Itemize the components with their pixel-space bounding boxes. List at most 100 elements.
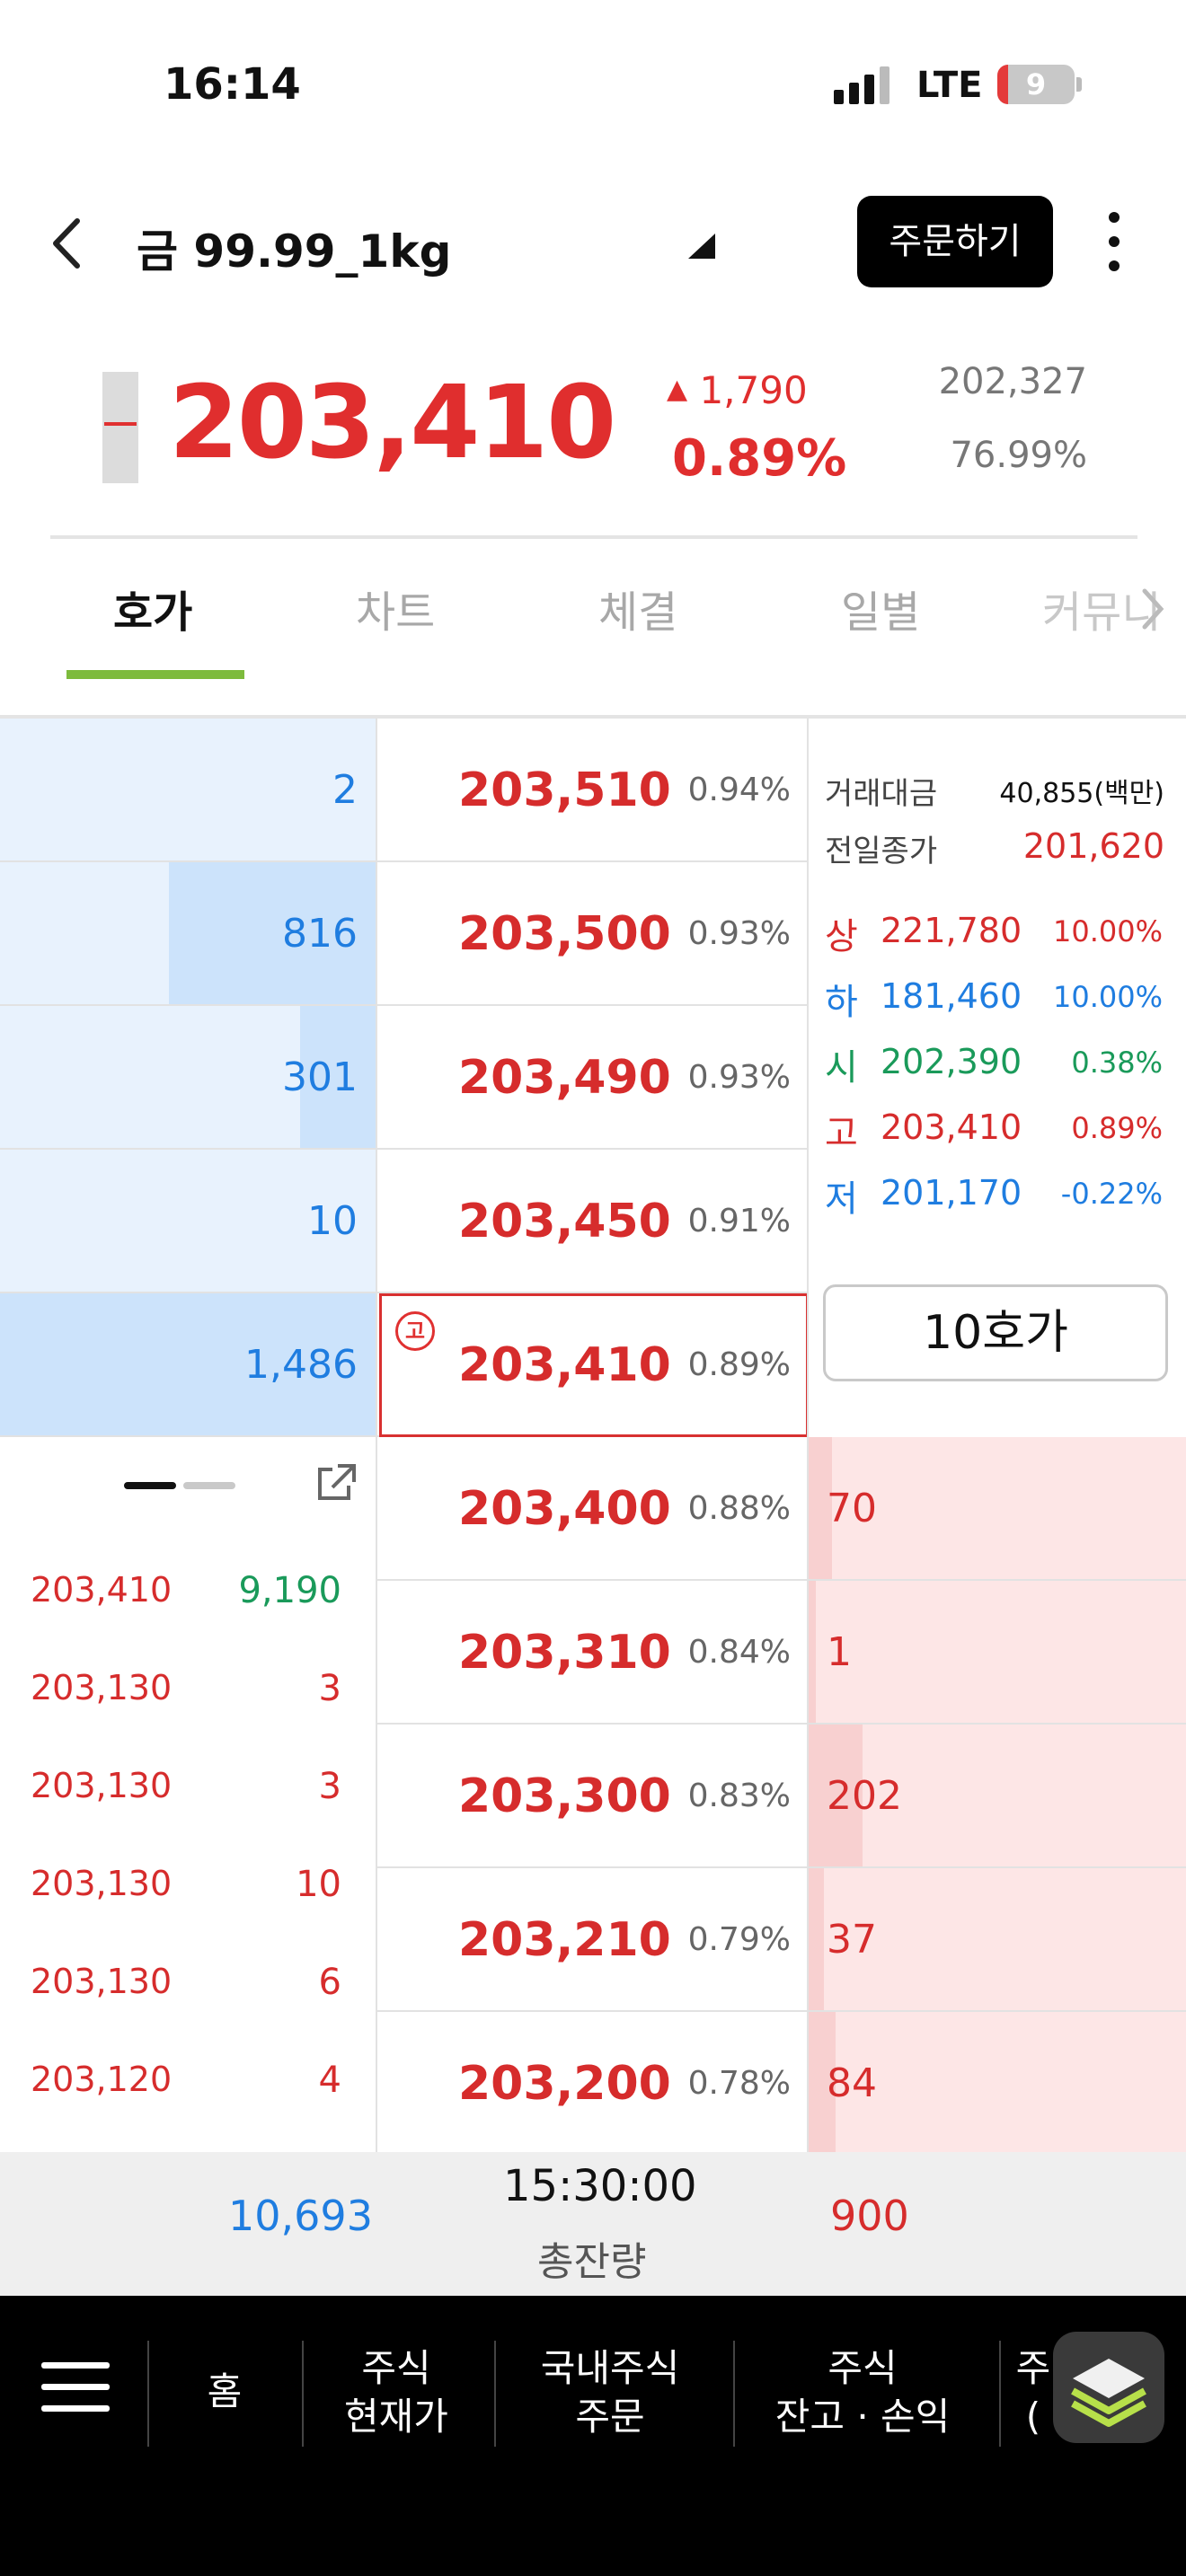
- day-range-mini-bar: [102, 372, 138, 483]
- hilo-price: 221,780: [881, 911, 1022, 950]
- bid-qty: 37: [827, 1917, 877, 1963]
- exec-qty: 3: [318, 1766, 341, 1807]
- nav-domestic-order[interactable]: 국내주식 주문: [505, 2344, 715, 2441]
- back-arrow-icon[interactable]: [43, 212, 92, 275]
- signal-icon: [834, 66, 890, 104]
- layers-button[interactable]: [1053, 2332, 1164, 2443]
- bid-row[interactable]: 37: [809, 1868, 1186, 2012]
- price-level[interactable]: 203,300 0.83%: [377, 1725, 807, 1868]
- tab-chart[interactable]: 차트: [356, 577, 435, 640]
- nav-home-label: 홈: [207, 2369, 243, 2413]
- level-price: 203,310: [458, 1626, 671, 1680]
- reference-pct: 76.99%: [950, 435, 1087, 476]
- column-divider: [376, 719, 377, 2152]
- ask-row[interactable]: 816: [0, 862, 376, 1006]
- nav-label-line1: 국내주식: [540, 2346, 680, 2390]
- quote-time: 15:30:00: [503, 2161, 697, 2211]
- level-price: 203,450: [458, 1195, 671, 1248]
- hilo-label: 시: [825, 1047, 858, 1089]
- exec-price: 203,120: [31, 2060, 173, 2099]
- price-change-value: 1,790: [699, 368, 808, 412]
- price-level[interactable]: 203,200 0.78%: [377, 2012, 807, 2156]
- level-price: 203,200: [458, 2057, 671, 2111]
- bid-volume-bar: [809, 1868, 825, 2010]
- dropdown-triangle-icon[interactable]: [685, 230, 717, 262]
- bid-row[interactable]: 84: [809, 2012, 1186, 2156]
- bid-qty: 202: [827, 1773, 902, 1819]
- exec-qty: 9,190: [238, 1570, 341, 1611]
- hilo-pct: 0.38%: [1071, 1045, 1163, 1080]
- total-ask-qty: 10,693: [228, 2192, 373, 2240]
- network-type: LTE: [916, 65, 983, 106]
- level-price: 203,300: [458, 1769, 671, 1823]
- more-vert-icon[interactable]: [1098, 208, 1130, 275]
- tab-trades[interactable]: 체결: [598, 577, 677, 640]
- nav-label-line1: 주식: [828, 2346, 898, 2390]
- level-pct: 0.93%: [687, 915, 791, 952]
- chevron-right-icon[interactable]: [1139, 586, 1166, 632]
- ask-qty: 10: [307, 1198, 358, 1244]
- column-divider: [807, 719, 809, 2152]
- price-level[interactable]: 203,310 0.84%: [377, 1581, 807, 1725]
- bid-row[interactable]: 70: [809, 1437, 1186, 1581]
- tab-daily[interactable]: 일별: [841, 577, 920, 640]
- trade-amount-value: 40,855(백만): [999, 778, 1164, 809]
- nav-label-line1: 주: [1015, 2346, 1051, 2390]
- hilo-label: 저: [825, 1178, 858, 1220]
- price-level[interactable]: 203,510 0.94%: [377, 719, 807, 862]
- level-price: 203,510: [458, 763, 671, 817]
- price-change-pct: 0.89%: [672, 429, 847, 488]
- external-link-icon[interactable]: [314, 1462, 358, 1504]
- price-level[interactable]: 203,490 0.93%: [377, 1006, 807, 1150]
- nav-more-item[interactable]: 주 (: [1015, 2344, 1051, 2441]
- level-price: 203,500: [458, 907, 671, 961]
- hilo-pct: 0.89%: [1071, 1111, 1163, 1145]
- nav-balance-pnl[interactable]: 주식 잔고 · 손익: [746, 2344, 979, 2441]
- ask-qty: 1,486: [244, 1342, 358, 1388]
- price-level[interactable]: 203,500 0.93%: [377, 862, 807, 1006]
- order-button[interactable]: 주문하기: [857, 196, 1053, 287]
- ask-qty: 2: [332, 767, 358, 813]
- exec-qty: 3: [318, 1668, 341, 1709]
- nav-label-line2: 주문: [575, 2395, 645, 2439]
- ask-row[interactable]: 2: [0, 719, 376, 862]
- reference-value: 202,327: [938, 361, 1087, 402]
- divider: [50, 535, 1137, 539]
- hilo-pct: 10.00%: [1052, 914, 1163, 948]
- ask-row[interactable]: 1,486: [0, 1293, 376, 1437]
- hilo-label: 하: [825, 982, 858, 1023]
- menu-icon[interactable]: [41, 2360, 110, 2414]
- nav-divider: [999, 2341, 1001, 2447]
- level-pct: 0.78%: [687, 2065, 791, 2102]
- bid-row[interactable]: 202: [809, 1725, 1186, 1868]
- layers-icon: [1071, 2359, 1146, 2427]
- exec-price: 203,130: [31, 1668, 173, 1707]
- trade-amount-label: 거래대금: [825, 776, 938, 812]
- page-indicator-active[interactable]: [124, 1482, 176, 1489]
- price-level[interactable]: 203,450 0.91%: [377, 1150, 807, 1293]
- nav-stock-price[interactable]: 주식 현재가: [313, 2344, 480, 2441]
- status-time: 16:14: [164, 59, 301, 110]
- active-tab-indicator: [66, 670, 244, 679]
- level-pct: 0.79%: [687, 1921, 791, 1958]
- exec-qty: 10: [296, 1864, 341, 1905]
- high-badge: 고: [395, 1311, 435, 1351]
- total-remaining-label: 총잔량: [537, 2239, 647, 2285]
- price-level[interactable]: 203,210 0.79%: [377, 1868, 807, 2012]
- price-level[interactable]: 203,400 0.88%: [377, 1437, 807, 1581]
- ask-row[interactable]: 301: [0, 1006, 376, 1150]
- page-indicator[interactable]: [183, 1482, 235, 1489]
- ask-row[interactable]: 10: [0, 1150, 376, 1293]
- price-change: ▲ 1,790: [667, 368, 808, 412]
- tab-hoga[interactable]: 호가: [113, 577, 192, 640]
- nav-home[interactable]: 홈: [167, 2368, 282, 2416]
- prev-close-label: 전일종가: [825, 834, 938, 869]
- level-price: 203,490: [458, 1051, 671, 1105]
- level-pct: 0.88%: [687, 1490, 791, 1527]
- ten-hoga-button[interactable]: 10호가: [823, 1284, 1168, 1381]
- level-pct: 0.93%: [687, 1059, 791, 1096]
- exec-price: 203,130: [31, 1766, 173, 1805]
- bid-row[interactable]: 1: [809, 1581, 1186, 1725]
- nav-label-line1: 주식: [361, 2346, 431, 2390]
- instrument-title[interactable]: 금 99.99_1kg: [137, 216, 451, 280]
